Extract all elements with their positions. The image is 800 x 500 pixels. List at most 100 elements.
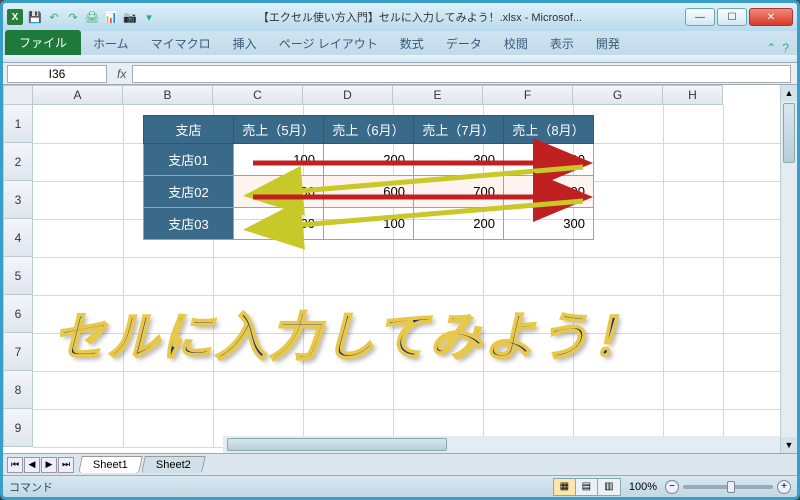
vertical-scrollbar[interactable]: ▲ ▼ <box>780 85 797 453</box>
value-cell[interactable]: 300 <box>504 208 594 240</box>
tab-review[interactable]: 校閲 <box>494 32 538 55</box>
value-cell[interactable]: 100 <box>234 144 324 176</box>
value-cell[interactable]: 300 <box>414 144 504 176</box>
row-header[interactable]: 6 <box>3 295 33 333</box>
view-pagebreak-icon[interactable]: ▥ <box>598 479 620 495</box>
redo-icon[interactable]: ↷ <box>65 9 81 25</box>
fx-icon[interactable]: fx <box>111 67 132 81</box>
zoom-out-icon[interactable]: − <box>665 480 679 494</box>
overlay-title: セルに入力してみよう！ <box>53 295 645 370</box>
zoom-level[interactable]: 100% <box>629 481 657 493</box>
tab-view[interactable]: 表示 <box>540 32 584 55</box>
zoom-thumb[interactable] <box>727 481 735 493</box>
table-row: 支店02 500 600 700 800 <box>144 176 594 208</box>
tab-developer[interactable]: 開発 <box>586 32 630 55</box>
col-header[interactable]: B <box>123 85 213 105</box>
col-header[interactable]: F <box>483 85 573 105</box>
col-header[interactable]: E <box>393 85 483 105</box>
tab-pagelayout[interactable]: ページ レイアウト <box>269 32 388 55</box>
sheet-tab-bar: ⏮ ◀ ▶ ⏭ Sheet1 Sheet2 <box>3 453 797 475</box>
header-branch: 支店 <box>144 116 234 144</box>
scroll-down-icon[interactable]: ▼ <box>781 437 797 453</box>
ribbon-strip <box>3 55 797 63</box>
window-title: 【エクセル使い方入門】セルに入力してみよう！.xlsx - Microsof..… <box>157 9 683 25</box>
row-header[interactable]: 4 <box>3 219 33 257</box>
name-box[interactable]: I36 <box>7 65 107 83</box>
value-cell[interactable]: 200 <box>414 208 504 240</box>
row-header[interactable]: 5 <box>3 257 33 295</box>
value-cell[interactable]: 800 <box>504 176 594 208</box>
zoom-track[interactable] <box>683 485 773 489</box>
sales-table: 支店 売上（5月） 売上（6月） 売上（7月） 売上（8月） 支店01 100 … <box>143 115 594 240</box>
select-all-corner[interactable] <box>3 85 33 105</box>
chart-icon[interactable]: 📊 <box>103 9 119 25</box>
tab-file[interactable]: ファイル <box>5 30 81 55</box>
column-headers: ABCDEFGH <box>3 85 797 105</box>
save-icon[interactable]: 💾 <box>27 9 43 25</box>
header-jun: 売上（6月） <box>324 116 414 144</box>
tab-nav-last-icon[interactable]: ⏭ <box>58 457 74 473</box>
branch-cell[interactable]: 支店03 <box>144 208 234 240</box>
row-headers: 123456789 <box>3 105 33 447</box>
qat-more-icon[interactable]: ▾ <box>141 9 157 25</box>
col-header[interactable]: C <box>213 85 303 105</box>
row-header[interactable]: 1 <box>3 105 33 143</box>
row-header[interactable]: 2 <box>3 143 33 181</box>
view-pagelayout-icon[interactable]: ▤ <box>576 479 598 495</box>
tab-nav-next-icon[interactable]: ▶ <box>41 457 57 473</box>
statusbar: コマンド ▦ ▤ ▥ 100% − + <box>3 475 797 497</box>
row-header[interactable]: 9 <box>3 409 33 447</box>
value-cell[interactable]: 900 <box>234 208 324 240</box>
quick-access-toolbar: 💾 ↶ ↷ 🖨 📊 📷 ▾ <box>27 9 157 25</box>
formula-input[interactable] <box>132 65 791 83</box>
row-header[interactable]: 7 <box>3 333 33 371</box>
scroll-thumb[interactable] <box>783 103 795 163</box>
ribbon-min-icon[interactable]: ⌃ <box>766 41 776 55</box>
sheet-tab[interactable]: Sheet2 <box>141 456 205 473</box>
worksheet-area[interactable]: ABCDEFGH 123456789 支店 売上（5月） 売上（6月） 売上（7… <box>3 85 797 455</box>
tab-mymacro[interactable]: マイマクロ <box>141 32 221 55</box>
header-jul: 売上（7月） <box>414 116 504 144</box>
tab-nav-prev-icon[interactable]: ◀ <box>24 457 40 473</box>
scroll-thumb[interactable] <box>227 438 447 451</box>
maximize-button[interactable]: ☐ <box>717 8 747 26</box>
header-aug: 売上（8月） <box>504 116 594 144</box>
col-header[interactable]: G <box>573 85 663 105</box>
col-header[interactable]: A <box>33 85 123 105</box>
ribbon-tabs: ファイル ホーム マイマクロ 挿入 ページ レイアウト 数式 データ 校閲 表示… <box>3 31 797 55</box>
close-button[interactable]: ✕ <box>749 8 793 26</box>
table-row: 支店01 100 200 300 400 <box>144 144 594 176</box>
view-normal-icon[interactable]: ▦ <box>554 479 576 495</box>
print-icon[interactable]: 🖨 <box>84 9 100 25</box>
value-cell[interactable]: 400 <box>504 144 594 176</box>
row-header[interactable]: 3 <box>3 181 33 219</box>
value-cell[interactable]: 700 <box>414 176 504 208</box>
table-header-row: 支店 売上（5月） 売上（6月） 売上（7月） 売上（8月） <box>144 116 594 144</box>
tab-home[interactable]: ホーム <box>83 32 139 55</box>
help-icon[interactable]: ? <box>782 41 789 55</box>
horizontal-scrollbar[interactable] <box>223 436 780 453</box>
tab-data[interactable]: データ <box>436 32 492 55</box>
row-header[interactable]: 8 <box>3 371 33 409</box>
zoom-slider[interactable]: − + <box>665 480 791 494</box>
value-cell[interactable]: 500 <box>234 176 324 208</box>
col-header[interactable]: D <box>303 85 393 105</box>
zoom-in-icon[interactable]: + <box>777 480 791 494</box>
app-icon: X <box>7 9 23 25</box>
value-cell[interactable]: 100 <box>324 208 414 240</box>
table-row: 支店03 900 100 200 300 <box>144 208 594 240</box>
minimize-button[interactable]: — <box>685 8 715 26</box>
branch-cell[interactable]: 支店01 <box>144 144 234 176</box>
window-buttons: — ☐ ✕ <box>683 8 793 26</box>
sheet-tab-active[interactable]: Sheet1 <box>78 456 142 473</box>
tab-insert[interactable]: 挿入 <box>223 32 267 55</box>
value-cell[interactable]: 200 <box>324 144 414 176</box>
branch-cell[interactable]: 支店02 <box>144 176 234 208</box>
scroll-up-icon[interactable]: ▲ <box>781 85 797 101</box>
undo-icon[interactable]: ↶ <box>46 9 62 25</box>
tab-formulas[interactable]: 数式 <box>390 32 434 55</box>
tab-nav-first-icon[interactable]: ⏮ <box>7 457 23 473</box>
camera-icon[interactable]: 📷 <box>122 9 138 25</box>
value-cell[interactable]: 600 <box>324 176 414 208</box>
col-header[interactable]: H <box>663 85 723 105</box>
